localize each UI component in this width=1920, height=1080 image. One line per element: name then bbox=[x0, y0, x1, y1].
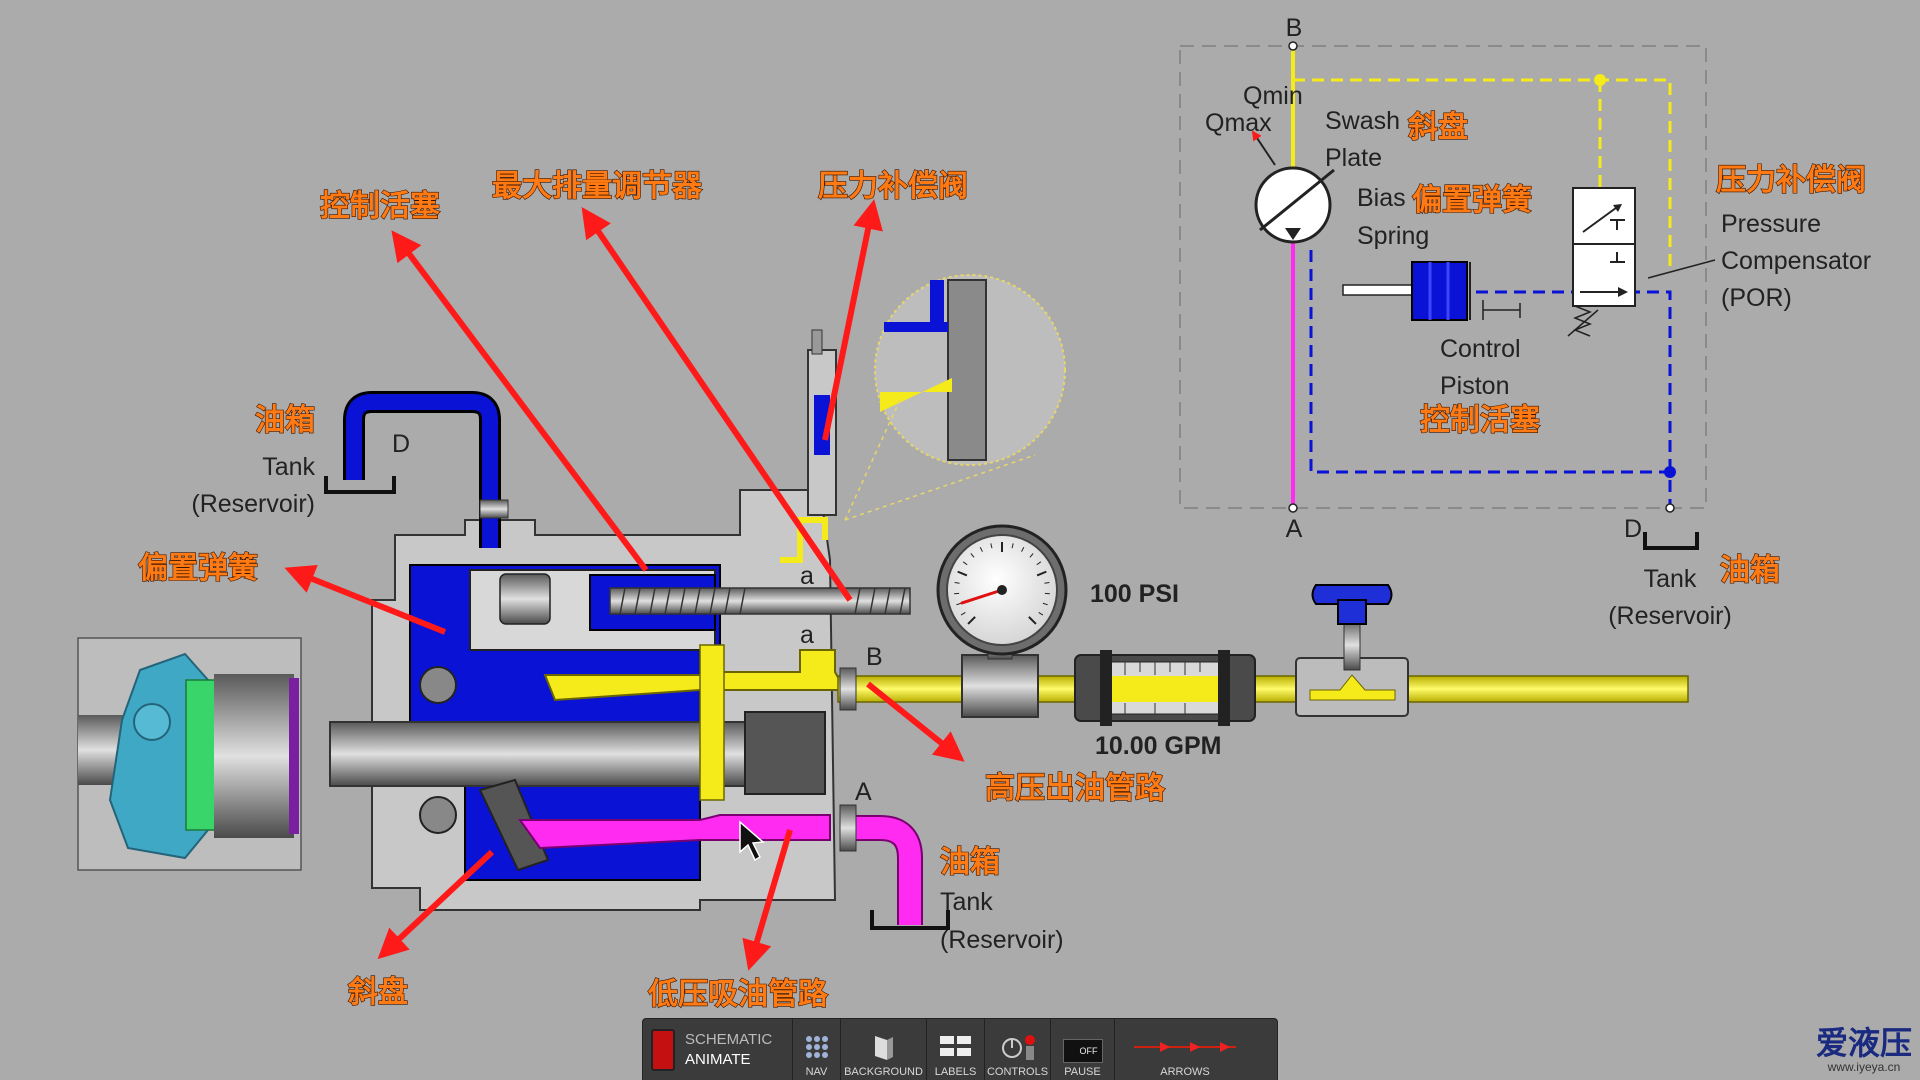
schematic-control-piston-cn: 控制活塞 bbox=[1420, 403, 1540, 438]
pressure-compensator-symbol bbox=[1567, 187, 1636, 337]
low-pressure-line-callout: 低压吸油管路 bbox=[647, 977, 829, 1012]
suction-tank-callout: 油箱 bbox=[940, 845, 1000, 880]
qmax-label: Qmax bbox=[1205, 109, 1272, 137]
compensator-label-1: Pressure bbox=[1721, 210, 1821, 238]
schematic-port-b: B bbox=[1286, 14, 1303, 42]
schematic-bias-spring-cn: 偏置弹簧 bbox=[1412, 183, 1532, 218]
pause-label: PAUSE bbox=[1064, 1066, 1101, 1078]
background-icon bbox=[867, 1031, 901, 1063]
schematic-swash-plate-cn: 斜盘 bbox=[1408, 110, 1468, 145]
labels-button[interactable]: LABELS bbox=[927, 1019, 985, 1080]
control-piston-label-1: Control bbox=[1440, 335, 1521, 363]
controls-icon bbox=[1001, 1031, 1035, 1063]
bias-spring-label-1: Bias bbox=[1357, 184, 1406, 212]
schematic-port-a: A bbox=[1286, 515, 1303, 543]
swash-plate-label-2: Plate bbox=[1325, 144, 1382, 172]
piston-pump-cutaway: D Tank (Reservoir) B A a a bbox=[191, 274, 1066, 911]
pump-animation-diagram: B Qmin Qmax Swash Plate Bias Spring Cont… bbox=[77, 14, 1871, 1013]
controls-label: CONTROLS bbox=[986, 1066, 1049, 1078]
nav-label: NAV bbox=[805, 1066, 828, 1078]
background-label: BACKGROUND bbox=[844, 1066, 923, 1078]
schematic-port-d: D bbox=[1624, 515, 1642, 543]
nav-button[interactable]: NAV bbox=[793, 1019, 841, 1080]
drive-shaft bbox=[329, 721, 761, 787]
schematic-junction bbox=[1594, 74, 1606, 86]
pump-tank-port-d: D bbox=[392, 430, 410, 458]
control-piston-symbol bbox=[1411, 261, 1468, 321]
schematic-compensator-cn: 压力补偿阀 bbox=[1716, 163, 1866, 198]
flow-readout: 10.00 GPM bbox=[1095, 732, 1221, 760]
cylinder-block bbox=[744, 711, 826, 795]
brand-url: www.iyeya.cn bbox=[1827, 1060, 1901, 1074]
control-piston-label-2: Piston bbox=[1440, 372, 1509, 400]
pump-tank-callout: 油箱 bbox=[255, 403, 315, 438]
schematic-drain-junction bbox=[1664, 466, 1676, 478]
swash-plate-callout: 斜盘 bbox=[348, 975, 408, 1010]
compensator-leader bbox=[1647, 259, 1716, 279]
schematic-tank-label-1: Tank bbox=[1644, 565, 1697, 593]
schematic-tank-symbol bbox=[1643, 532, 1699, 550]
controls-button[interactable]: CONTROLS bbox=[985, 1019, 1051, 1080]
pump-port-a-small-2: a bbox=[800, 621, 814, 649]
arrow-compensator bbox=[822, 199, 883, 441]
pump-port-a: A bbox=[855, 778, 872, 806]
control-piston-callout: 控制活塞 bbox=[320, 189, 440, 224]
labels-icon bbox=[939, 1031, 973, 1063]
animation-stage: B Qmin Qmax Swash Plate Bias Spring Cont… bbox=[0, 0, 1920, 1080]
swash-plate-label-1: Swash bbox=[1325, 107, 1400, 135]
high-pressure-line-callout: 高压出油管路 bbox=[985, 771, 1166, 806]
pause-button[interactable]: OFF PAUSE bbox=[1051, 1019, 1115, 1080]
pump-tank-label-1: Tank bbox=[262, 453, 315, 481]
nav-grid-icon bbox=[800, 1031, 834, 1063]
pump-tank-label-2: (Reservoir) bbox=[191, 490, 315, 518]
pump-port-b: B bbox=[866, 643, 883, 671]
schematic-tank-cn: 油箱 bbox=[1720, 553, 1780, 588]
bias-spring-callout: 偏置弹簧 bbox=[138, 551, 258, 586]
suction-tank-label-2: (Reservoir) bbox=[940, 926, 1064, 954]
arrows-button[interactable]: ARROWS bbox=[1115, 1019, 1255, 1080]
schematic-animate-toggle[interactable]: SCHEMATIC ANIMATE bbox=[643, 1019, 793, 1080]
compensator-label-2: Compensator bbox=[1721, 247, 1871, 275]
hydraulic-schematic: B Qmin Qmax Swash Plate Bias Spring Cont… bbox=[1179, 14, 1871, 630]
qmin-label: Qmin bbox=[1243, 82, 1303, 110]
arrows-icon bbox=[1130, 1031, 1240, 1063]
schematic-label: SCHEMATIC bbox=[685, 1031, 773, 1048]
animate-label: ANIMATE bbox=[685, 1051, 751, 1068]
bias-spring-label-2: Spring bbox=[1357, 222, 1429, 250]
suction-tank-label-1: Tank bbox=[940, 888, 993, 916]
pump-port-a-small: a bbox=[800, 562, 814, 590]
control-piston-rod bbox=[1342, 284, 1414, 296]
arrows-label: ARROWS bbox=[1160, 1066, 1210, 1078]
max-displacement-callout: 最大排量调节器 bbox=[492, 169, 703, 204]
animation-toolbar: SCHEMATIC ANIMATE NAV BACKGROUND LABELS … bbox=[642, 1018, 1278, 1080]
labels-label: LABELS bbox=[934, 1066, 977, 1078]
background-button[interactable]: BACKGROUND bbox=[841, 1019, 927, 1080]
pause-state: OFF bbox=[1079, 1046, 1098, 1056]
brand-logo-text: 爱液压 bbox=[1815, 1024, 1912, 1062]
schematic-tank-label-2: (Reservoir) bbox=[1608, 602, 1732, 630]
toggle-switch-icon bbox=[651, 1029, 675, 1071]
drive-coupling-inset bbox=[77, 637, 302, 871]
pause-switch-icon: OFF bbox=[1062, 1039, 1103, 1063]
compensator-label-3: (POR) bbox=[1721, 284, 1792, 312]
compensator-callout: 压力补偿阀 bbox=[818, 169, 968, 204]
pressure-readout: 100 PSI bbox=[1090, 580, 1179, 608]
bias-spring-cap bbox=[499, 573, 551, 625]
brand-logo: 爱液压 www.iyeya.cn bbox=[1816, 1026, 1912, 1074]
